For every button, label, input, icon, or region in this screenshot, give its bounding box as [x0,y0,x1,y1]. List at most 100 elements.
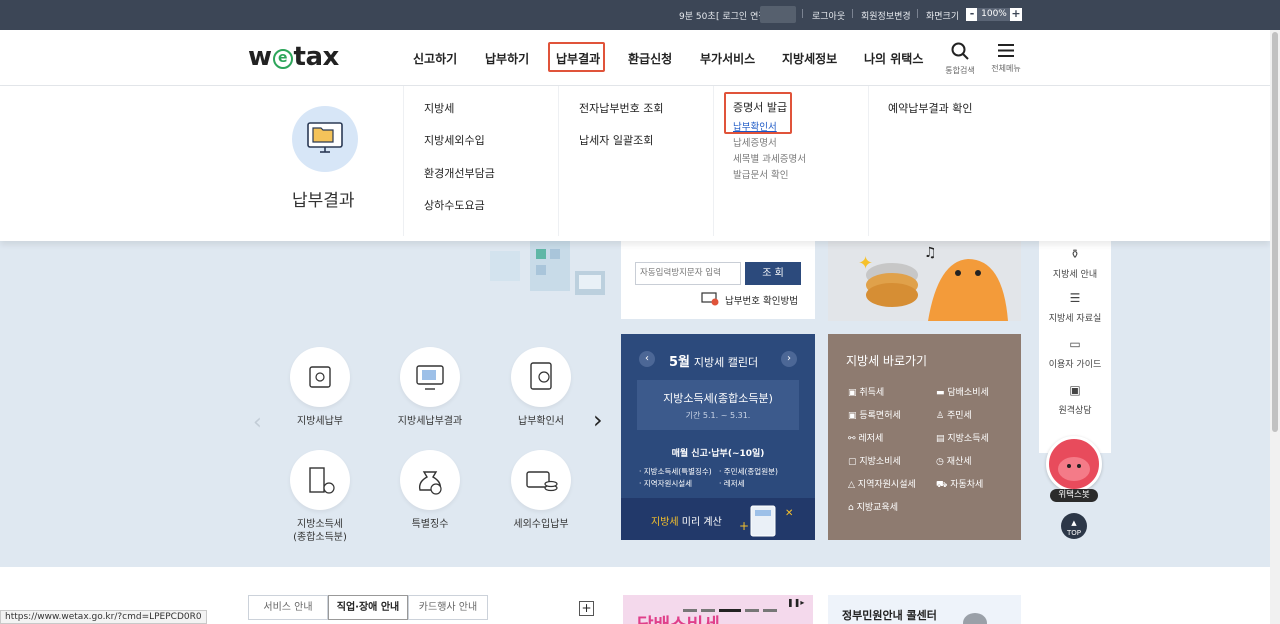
tab-job-disability-info[interactable]: 직업·장애 안내 [328,595,408,620]
shortcut-label: 취득세 [859,388,885,398]
captcha-input[interactable]: 자동입력방지문자 입력 [635,262,741,285]
menu-column-reservation: 예약납부결과 확인 [868,86,1023,236]
quick-payment-certificate[interactable]: 납부확인서 [504,347,578,428]
shortcut-resident-tax[interactable]: ♙ 주민세 [936,408,972,421]
menu-reserved-payment-result[interactable]: 예약납부결과 확인 [888,100,972,116]
chatbot-label[interactable]: 위택스봇 [1050,489,1098,502]
calendar-next-icon[interactable]: › [781,351,797,367]
banner-pause-icon[interactable]: ❚❚▸ [787,598,804,607]
menu-environment-charge[interactable]: 환경개선부담금 [424,165,495,181]
top-utility-bar: 9분 50초 [ 로그인 연장 | 로그아웃 | 회원정보변경 | 화면크기 -… [0,0,1280,30]
shortcut-label: 자동차세 [950,480,984,490]
shortcut-acquisition-tax[interactable]: ▣ 취득세 [848,385,884,398]
hero-illustration [480,241,610,321]
quick-local-income-tax[interactable]: 지방소득세 (종합소득분) [283,450,357,544]
calendar-event-card[interactable]: 지방소득세(종합소득분) 기간 5.1. ~ 5.31. [637,380,799,430]
menu-local-tax[interactable]: 지방세 [424,100,454,116]
shortcut-vehicle-tax[interactable]: ⛟ 자동차세 [936,477,983,491]
nav-local-tax-info[interactable]: 지방세정보 [782,50,837,67]
shortcut-label: 지방교육세 [856,503,898,513]
tab-card-event-info[interactable]: 카드행사 안내 [408,595,488,620]
menu-document-verify[interactable]: 발급문서 확인 [733,167,788,181]
search-icon [951,42,969,60]
certificate-icon [511,347,571,407]
menu-e-payment-number[interactable]: 전자납부번호 조회 [579,100,663,116]
shortcut-label: 재산세 [946,457,972,467]
menu-non-tax-revenue[interactable]: 지방세외수입 [424,132,485,148]
calendar-title: 지방세 캘린더 [693,356,759,369]
hamburger-icon [998,44,1014,57]
shortcut-leisure-tax[interactable]: ⚯ 레저세 [848,431,883,444]
calculator-text: 지방세 미리 계산 [651,513,722,528]
nav-extra-services[interactable]: 부가서비스 [700,50,755,67]
menu-water-fee[interactable]: 상하수도요금 [424,197,485,213]
mascot-icon [963,613,987,624]
quick-label: 지방세납부 [297,416,343,427]
quick-non-tax-payment[interactable]: 세외수입납부 [504,450,578,531]
nav-my-wetax[interactable]: 나의 위택스 [864,50,923,67]
side-user-guide[interactable]: ▭ 이용자 가이드 [1039,337,1111,370]
nav-file-report[interactable]: 신고하기 [413,50,457,67]
shortcut-local-income-tax[interactable]: ▤ 지방소득세 [936,431,989,444]
banner-pagination [683,603,777,612]
menu-item-tax-certificate[interactable]: 세목별 과세증명서 [733,151,806,165]
quick-local-tax-payment[interactable]: 지방세납부 [283,347,357,428]
call-center-panel[interactable]: 정부민원안내 콜센터 [828,595,1021,624]
calculator-highlight: 지방세 [651,517,679,528]
shortcut-local-consumption-tax[interactable]: ▢ 지방소비세 [848,454,901,467]
shortcut-tobacco-tax[interactable]: ▬ 담배소비세 [936,385,989,398]
tobacco-tax-banner[interactable]: ❚❚▸ 담배소비세 [623,595,813,624]
money-bag-icon: ⚱ [1069,247,1081,261]
submenu-highlight-box [724,92,792,134]
shortcut-education-tax[interactable]: ⌂ 지방교육세 [848,500,898,513]
calendar-period: 기간 5.1. ~ 5.31. [685,411,751,420]
quick-payment-result[interactable]: 지방세납부결과 [387,347,473,428]
scrollbar-thumb[interactable] [1272,32,1278,432]
search-button[interactable]: 통합검색 [944,42,976,76]
category-title: 납부결과 [292,191,355,211]
side-label: 원격상담 [1058,406,1092,416]
search-label: 통합검색 [945,66,975,75]
divider: | [801,9,805,19]
quick-special-collection[interactable]: 특별징수 [393,450,467,531]
logout-link[interactable]: 로그아웃 [812,9,845,22]
tax-calendar: ‹ › 5월 지방세 캘린더 지방소득세(종합소득분) 기간 5.1. ~ 5.… [621,334,815,540]
monitor-folder-icon [400,347,460,407]
side-local-tax-guide[interactable]: ⚱ 지방세 안내 [1039,247,1111,280]
user-name-redacted [760,6,796,23]
shortcut-registration-tax[interactable]: ▣ 등록면허세 [848,408,901,421]
zoom-in-button[interactable]: + [1010,8,1022,21]
scroll-top-button[interactable]: ▲ TOP [1061,513,1087,539]
payment-number-help-link[interactable]: 납부번호 확인방법 [725,293,798,307]
nav-payment[interactable]: 납부하기 [485,50,529,67]
building-icon [290,450,350,510]
calendar-item: · 지역자원시설세 [639,479,693,488]
wetax-logo[interactable]: w e tax [248,42,339,72]
side-tax-archive[interactable]: ☰ 지방세 자료실 [1039,291,1111,324]
side-remote-support[interactable]: ▣ 원격상담 [1039,383,1111,416]
tab-service-info[interactable]: 서비스 안내 [248,595,328,620]
all-menu-button[interactable]: 전체메뉴 [990,43,1022,74]
calendar-prev-icon[interactable]: ‹ [639,351,655,367]
shortcut-regional-resource-tax[interactable]: △ 지역자원시설세 [848,477,916,490]
promo-banner[interactable]: ✦ ♫ [828,241,1021,321]
payment-search-box: 자동입력방지문자 입력 조 회 납부번호 확인방법 [621,241,815,319]
nav-refund[interactable]: 환급신청 [628,50,672,67]
search-submit-button[interactable]: 조 회 [745,262,801,285]
payment-icon [290,347,350,407]
side-label: 지방세 안내 [1052,270,1098,280]
more-plus-button[interactable]: + [579,601,594,616]
calendar-heading: 5월 지방세 캘린더 [669,351,758,370]
quick-label: 지방소득세 (종합소득분) [293,519,347,543]
menu-tax-payment-certificate[interactable]: 납세증명서 [733,135,777,149]
carousel-prev-icon[interactable]: ‹ [253,410,262,435]
mega-menu-dropdown: 납부결과 지방세 지방세외수입 환경개선부담금 상하수도요금 전자납부번호 조회… [0,86,1270,241]
menu-taxpayer-batch[interactable]: 납세자 일괄조회 [579,132,653,148]
member-info-link[interactable]: 회원정보변경 [861,9,911,22]
chatbot-mascot-icon[interactable] [1046,436,1102,492]
tax-calculator-banner[interactable]: 지방세 미리 계산 + ✕ [621,498,815,540]
carousel-next-icon[interactable]: › [593,406,603,434]
shortcut-property-tax[interactable]: ◷ 재산세 [936,454,972,467]
browser-status-url: https://www.wetax.go.kr/?cmd=LPEPCD0R0 [0,610,207,624]
card-coins-icon [511,450,571,510]
